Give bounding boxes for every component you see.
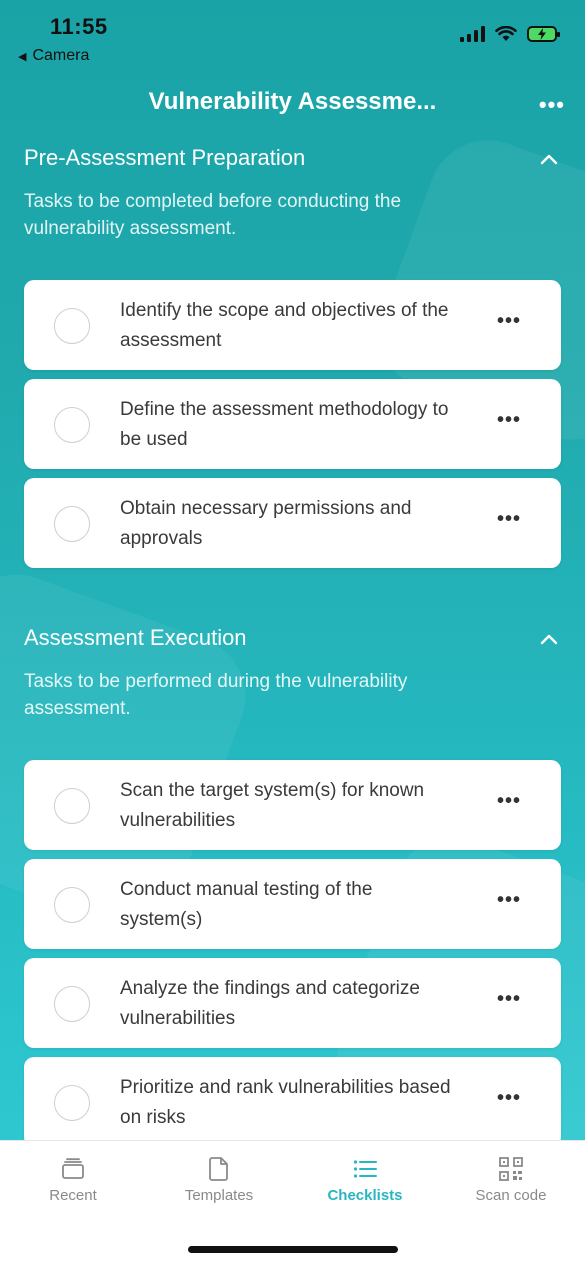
chevron-up-icon[interactable]	[539, 150, 559, 170]
tab-recent[interactable]: Recent	[0, 1155, 146, 1204]
checklist-item[interactable]: Identify the scope and objectives of the…	[24, 280, 561, 370]
back-triangle-icon: ◀	[18, 50, 27, 63]
checklist-item-label: Obtain necessary permissions and approva…	[120, 498, 412, 549]
checkbox-circle[interactable]	[54, 407, 90, 443]
tab-checklists[interactable]: Checklists	[292, 1155, 438, 1204]
checklist-item-label: Analyze the findings and categorize vuln…	[120, 978, 420, 1029]
section-title-assessment-execution: Assessment Execution	[24, 625, 247, 650]
item-more-icon[interactable]: •••	[497, 508, 521, 531]
more-options-icon[interactable]: •••	[539, 92, 565, 118]
item-more-icon[interactable]: •••	[497, 409, 521, 432]
checklist-item-label: Define the assessment methodology to be …	[120, 399, 449, 450]
checklist-item[interactable]: Define the assessment methodology to be …	[24, 379, 561, 469]
tab-label: Recent	[49, 1187, 97, 1204]
status-bar: 11:55 ◀ Camera	[0, 0, 585, 70]
tab-label: Scan code	[475, 1187, 547, 1204]
item-more-icon[interactable]: •••	[497, 889, 521, 912]
page-title: Vulnerability Assessme...	[148, 88, 437, 115]
section-description: Tasks to be completed before conducting …	[24, 191, 402, 239]
item-more-icon[interactable]: •••	[497, 988, 521, 1011]
tray-stack-icon	[62, 1158, 84, 1179]
back-to-app-link[interactable]: ◀ Camera	[18, 47, 89, 65]
section-description: Tasks to be performed during the vulnera…	[24, 671, 408, 719]
chevron-up-icon[interactable]	[539, 630, 559, 650]
section-title-pre-assessment: Pre-Assessment Preparation	[24, 145, 306, 170]
checkbox-circle[interactable]	[54, 887, 90, 923]
back-app-label: Camera	[32, 47, 90, 64]
tab-scan-code[interactable]: Scan code	[438, 1155, 584, 1204]
checklist-item[interactable]: Scan the target system(s) for known vuln…	[24, 760, 561, 850]
checkbox-circle[interactable]	[54, 788, 90, 824]
cellular-signal-icon	[460, 26, 485, 42]
status-time: 11:55	[50, 14, 108, 39]
checkbox-circle[interactable]	[54, 308, 90, 344]
item-more-icon[interactable]: •••	[497, 1087, 521, 1110]
tab-label: Checklists	[327, 1187, 403, 1204]
home-indicator[interactable]	[188, 1246, 398, 1253]
checkbox-circle[interactable]	[54, 1085, 90, 1121]
checklist-item-label: Scan the target system(s) for known vuln…	[120, 780, 425, 831]
battery-charging-icon	[527, 26, 560, 42]
checklist-item-label: Conduct manual testing of the system(s)	[120, 879, 373, 930]
tab-label: Templates	[184, 1187, 254, 1204]
checkbox-circle[interactable]	[54, 986, 90, 1022]
status-icons	[460, 26, 560, 42]
item-more-icon[interactable]: •••	[497, 790, 521, 813]
qr-code-icon	[499, 1157, 523, 1181]
item-more-icon[interactable]: •••	[497, 310, 521, 333]
checklist-item[interactable]: Obtain necessary permissions and approva…	[24, 478, 561, 568]
checklist-item[interactable]: Analyze the findings and categorize vuln…	[24, 958, 561, 1048]
checklist-item-label: Identify the scope and objectives of the…	[120, 300, 449, 351]
tab-templates[interactable]: Templates	[146, 1155, 292, 1204]
checklist-item[interactable]: Prioritize and rank vulnerabilities base…	[24, 1057, 561, 1147]
wifi-icon	[495, 26, 517, 41]
document-icon	[209, 1157, 228, 1181]
checklist-item-label: Prioritize and rank vulnerabilities base…	[120, 1077, 451, 1128]
checkbox-circle[interactable]	[54, 506, 90, 542]
list-icon	[353, 1160, 377, 1178]
checklist-item[interactable]: Conduct manual testing of the system(s) …	[24, 859, 561, 949]
